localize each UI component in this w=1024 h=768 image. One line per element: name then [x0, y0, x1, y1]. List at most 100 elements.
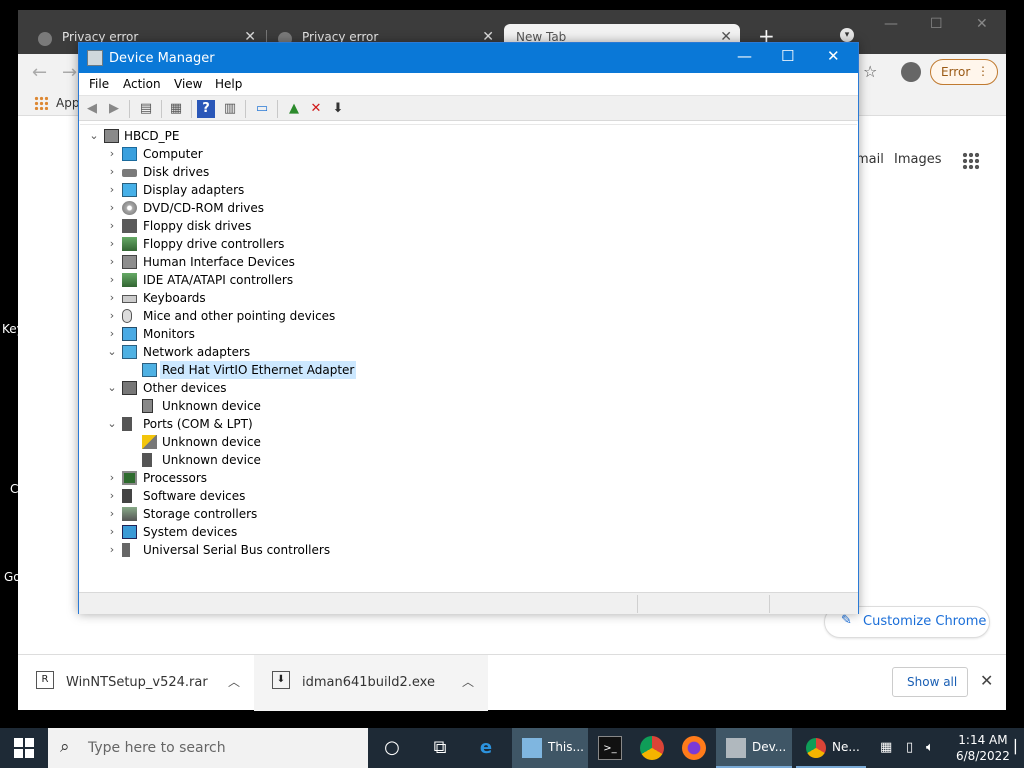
- bookmark-star-icon[interactable]: ☆: [863, 62, 877, 81]
- menu-action[interactable]: Action: [123, 77, 161, 91]
- tree-category[interactable]: › System devices: [80, 523, 400, 541]
- uninstall-device-icon[interactable]: ✕: [307, 100, 325, 118]
- tree-category[interactable]: › Mice and other pointing devices: [80, 307, 400, 325]
- cortana-circle-icon[interactable]: ○: [380, 736, 404, 760]
- tree-category[interactable]: › Monitors: [80, 325, 400, 343]
- tree-device[interactable]: Unknown device: [80, 451, 420, 469]
- tree-category[interactable]: › DVD/CD-ROM drives: [80, 199, 400, 217]
- tree-category[interactable]: › IDE ATA/ATAPI controllers: [80, 271, 400, 289]
- internet-explorer-icon[interactable]: e: [474, 736, 498, 760]
- dvd-icon: [122, 201, 137, 215]
- maximize-icon[interactable]: ☐: [781, 47, 794, 65]
- expand-chevron-icon[interactable]: ›: [106, 145, 118, 163]
- expand-chevron-icon[interactable]: ›: [106, 325, 118, 343]
- forward-arrow-icon[interactable]: ▶: [105, 100, 123, 118]
- tree-category[interactable]: ⌄ Ports (COM & LPT): [80, 415, 400, 433]
- profile-error-button[interactable]: Error ⋮: [930, 59, 998, 85]
- forward-arrow-icon[interactable]: →: [62, 62, 77, 83]
- start-windows-icon[interactable]: [14, 738, 34, 758]
- firefox-icon[interactable]: [682, 736, 706, 760]
- expand-chevron-icon[interactable]: ›: [106, 217, 118, 235]
- tree-category[interactable]: › Storage controllers: [80, 505, 400, 523]
- color-tray-icon[interactable]: ▦: [880, 740, 892, 755]
- gmail-link[interactable]: mail: [856, 152, 884, 167]
- back-arrow-icon[interactable]: ←: [32, 62, 47, 83]
- menu-dots-icon[interactable]: ⋮: [977, 64, 989, 78]
- menu-help[interactable]: Help: [215, 77, 242, 91]
- apps-grid-icon[interactable]: [34, 96, 48, 110]
- collapse-chevron-icon[interactable]: ⌄: [106, 343, 118, 361]
- tree-device[interactable]: Unknown device: [80, 397, 420, 415]
- tree-root[interactable]: ⌄ HBCD_PE: [80, 127, 280, 145]
- tab-search-icon[interactable]: ▾: [840, 28, 854, 42]
- taskbar-search-box[interactable]: ⌕ Type here to search: [48, 728, 368, 768]
- disable-device-icon[interactable]: ⬇: [329, 100, 347, 118]
- expand-chevron-icon[interactable]: ›: [106, 487, 118, 505]
- expand-chevron-icon[interactable]: ›: [106, 235, 118, 253]
- expand-chevron-icon[interactable]: ›: [106, 253, 118, 271]
- properties-icon[interactable]: ▦: [167, 100, 185, 118]
- expand-chevron-icon[interactable]: ›: [106, 505, 118, 523]
- tree-category[interactable]: › Universal Serial Bus controllers: [80, 541, 400, 559]
- taskbar-item-this-pc[interactable]: This...: [512, 728, 588, 768]
- battery-icon[interactable]: ▯: [906, 740, 913, 755]
- minimize-icon[interactable]: —: [884, 16, 898, 32]
- tree-device[interactable]: Unknown device: [80, 433, 420, 451]
- system-clock[interactable]: 1:14 AM 6/8/2022: [956, 732, 1010, 764]
- download-item-winntsetup[interactable]: R WinNTSetup_v524.rar ︿: [18, 655, 254, 711]
- chevron-up-icon[interactable]: ︿: [462, 673, 474, 690]
- images-link[interactable]: Images: [894, 152, 942, 167]
- expand-chevron-icon[interactable]: ›: [106, 523, 118, 541]
- expand-chevron-icon[interactable]: ›: [106, 163, 118, 181]
- collapse-chevron-icon[interactable]: ⌄: [106, 379, 118, 397]
- minimize-icon[interactable]: —: [737, 47, 752, 65]
- device-manager-titlebar[interactable]: Device Manager — ☐ ✕: [79, 43, 858, 73]
- taskbar-item-new-tab[interactable]: Ne...: [796, 728, 866, 768]
- tree-category[interactable]: › Keyboards: [80, 289, 400, 307]
- expand-chevron-icon[interactable]: ›: [106, 199, 118, 217]
- expand-chevron-icon[interactable]: ›: [106, 541, 118, 559]
- tree-category-label: Monitors: [143, 327, 195, 341]
- close-icon[interactable]: ✕: [976, 16, 988, 32]
- command-prompt-icon[interactable]: >_: [598, 736, 622, 760]
- profile-avatar-icon[interactable]: [901, 62, 921, 82]
- close-icon[interactable]: ✕: [827, 47, 840, 65]
- show-all-button[interactable]: Show all: [892, 667, 968, 697]
- taskbar-item-device-manager[interactable]: Dev...: [716, 728, 792, 768]
- details-view-icon[interactable]: ▥: [221, 100, 239, 118]
- tree-category[interactable]: › Display adapters: [80, 181, 400, 199]
- menu-file[interactable]: File: [89, 77, 109, 91]
- collapse-chevron-icon[interactable]: ⌄: [88, 127, 100, 145]
- show-hide-console-tree-icon[interactable]: ▤: [137, 100, 155, 118]
- tree-category[interactable]: › Floppy disk drives: [80, 217, 400, 235]
- expand-chevron-icon[interactable]: ›: [106, 181, 118, 199]
- chrome-icon[interactable]: [640, 736, 664, 760]
- expand-chevron-icon[interactable]: ›: [106, 307, 118, 325]
- close-downloads-icon[interactable]: ✕: [980, 671, 993, 690]
- scan-hardware-icon[interactable]: ▭: [253, 100, 271, 118]
- task-view-icon[interactable]: ⧉: [428, 736, 452, 760]
- tree-category[interactable]: › Computer: [80, 145, 400, 163]
- help-icon[interactable]: ?: [197, 100, 215, 118]
- back-arrow-icon[interactable]: ◀: [83, 100, 101, 118]
- notification-icon[interactable]: ▕: [1006, 740, 1016, 755]
- collapse-chevron-icon[interactable]: ⌄: [106, 415, 118, 433]
- maximize-icon[interactable]: ☐: [930, 16, 943, 32]
- google-apps-icon[interactable]: [962, 152, 980, 170]
- tree-category[interactable]: › Disk drives: [80, 163, 400, 181]
- tree-category[interactable]: › Human Interface Devices: [80, 253, 400, 271]
- speaker-muted-icon[interactable]: 🔈︎: [926, 740, 934, 755]
- chevron-up-icon[interactable]: ︿: [228, 673, 240, 690]
- tree-category[interactable]: › Processors: [80, 469, 400, 487]
- tree-category[interactable]: ⌄ Network adapters: [80, 343, 400, 361]
- menu-view[interactable]: View: [174, 77, 202, 91]
- expand-chevron-icon[interactable]: ›: [106, 289, 118, 307]
- tree-category[interactable]: › Floppy drive controllers: [80, 235, 400, 253]
- expand-chevron-icon[interactable]: ›: [106, 469, 118, 487]
- tree-device[interactable]: Red Hat VirtIO Ethernet Adapter: [80, 361, 420, 379]
- tree-category[interactable]: ⌄ Other devices: [80, 379, 400, 397]
- update-driver-icon[interactable]: ▲: [285, 100, 303, 118]
- expand-chevron-icon[interactable]: ›: [106, 271, 118, 289]
- download-item-idman[interactable]: ⬇ idman641build2.exe ︿: [254, 655, 488, 711]
- tree-category[interactable]: › Software devices: [80, 487, 400, 505]
